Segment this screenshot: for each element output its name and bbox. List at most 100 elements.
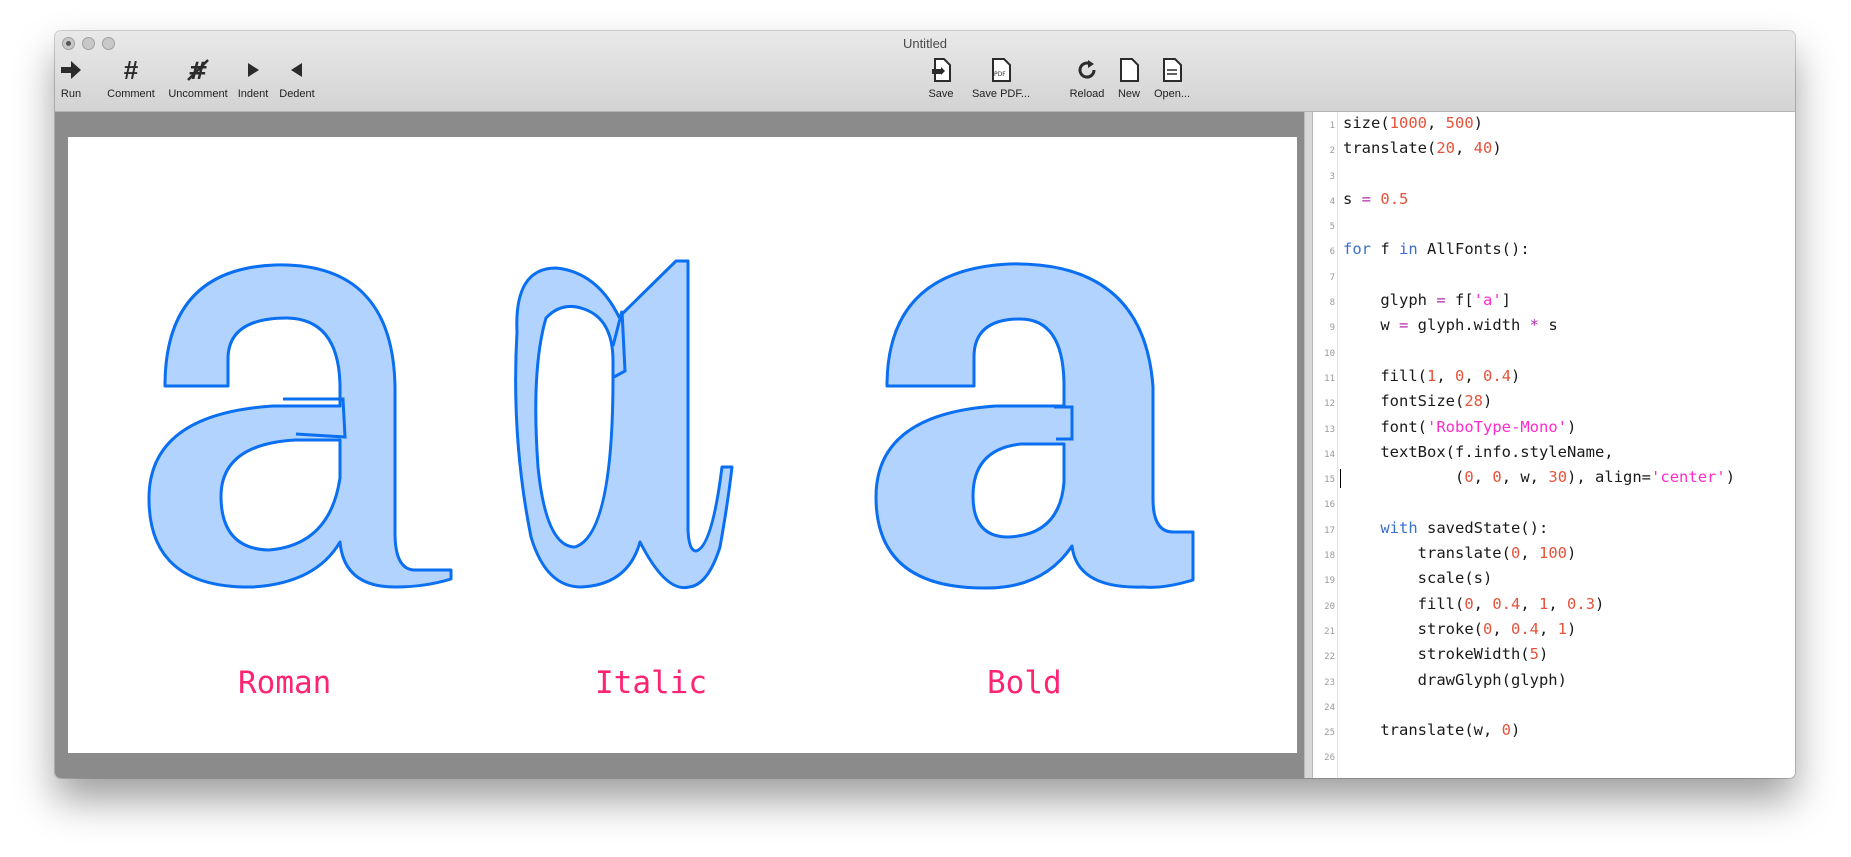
uncomment-button[interactable]: # Uncomment: [163, 55, 233, 100]
canvas-label-roman: Roman: [238, 665, 332, 701]
line-number: 23: [1324, 677, 1335, 688]
code-line[interactable]: 1 size(1000, 500): [1313, 112, 1795, 137]
save-pdf-label: Save PDF...: [971, 88, 1031, 100]
reload-button[interactable]: Reload: [1065, 55, 1109, 100]
indent-label: Indent: [237, 88, 269, 100]
code-text: translate(0, 100): [1343, 544, 1577, 563]
code-text: (0, 0, w, 30), align='center'): [1343, 468, 1736, 487]
line-number: 25: [1324, 728, 1335, 739]
line-number: 16: [1324, 500, 1335, 511]
dedent-button[interactable]: Dedent: [277, 55, 317, 100]
code-line[interactable]: 25 translate(w, 0): [1313, 719, 1795, 744]
code-line[interactable]: 12 fontSize(28): [1313, 390, 1795, 415]
code-text: drawGlyph(glyph): [1343, 670, 1567, 689]
dedent-triangle-icon: [290, 55, 304, 85]
dedent-label: Dedent: [279, 88, 315, 100]
pdf-badge: PDF: [994, 71, 1006, 78]
reload-icon: [1075, 55, 1099, 85]
code-line[interactable]: 11 fill(1, 0, 0.4): [1313, 365, 1795, 390]
line-number: 4: [1329, 196, 1335, 207]
code-line[interactable]: 23 drawGlyph(glyph): [1313, 669, 1795, 694]
line-number: 9: [1329, 323, 1335, 334]
code-line[interactable]: 3: [1313, 163, 1795, 188]
code-line[interactable]: 18 translate(0, 100): [1313, 542, 1795, 567]
code-line[interactable]: 13 font('RoboType-Mono'): [1313, 416, 1795, 441]
app-window: Untitled Run # Comment # Uncomment Inden…: [55, 31, 1795, 778]
code-text: glyph = f['a']: [1343, 291, 1512, 310]
uncomment-hash-icon: #: [186, 55, 210, 85]
run-arrow-icon: [60, 55, 82, 85]
code-text: stroke(0, 0.4, 1): [1343, 619, 1577, 638]
reload-label: Reload: [1069, 88, 1105, 100]
indent-triangle-icon: [246, 55, 260, 85]
line-number: 22: [1324, 652, 1335, 663]
new-label: New: [1117, 88, 1140, 100]
code-text: translate(20, 40): [1343, 139, 1502, 158]
line-number: 1: [1329, 121, 1335, 131]
code-line[interactable]: 22 strokeWidth(5): [1313, 643, 1795, 668]
open-document-icon: [1161, 55, 1183, 85]
save-button[interactable]: Save: [921, 55, 961, 100]
open-button[interactable]: Open...: [1149, 55, 1195, 100]
roman-a-glyph: [147, 263, 453, 589]
code-line[interactable]: 26: [1313, 744, 1795, 769]
code-line[interactable]: 8 glyph = f['a']: [1313, 289, 1795, 314]
code-text: scale(s): [1343, 569, 1493, 588]
uncomment-label: Uncomment: [168, 88, 228, 100]
run-button[interactable]: Run: [58, 55, 84, 100]
code-lines: 1 size(1000, 500) 2 translate(20, 40) 3 4 s = …: [1313, 112, 1795, 770]
line-number: 2: [1329, 146, 1335, 157]
line-number: 6: [1329, 247, 1335, 258]
code-line[interactable]: 4 s = 0.5: [1313, 188, 1795, 213]
canvas-label-italic: Italic: [595, 665, 707, 701]
line-number: 18: [1324, 551, 1335, 562]
line-number: 21: [1324, 626, 1335, 637]
line-number: 19: [1324, 576, 1335, 587]
code-line[interactable]: 14 textBox(f.info.styleName,: [1313, 441, 1795, 466]
line-number: 3: [1329, 171, 1335, 182]
code-text: w = glyph.width * s: [1343, 316, 1558, 335]
code-text: font('RoboType-Mono'): [1343, 417, 1577, 436]
code-text: strokeWidth(5): [1343, 645, 1549, 664]
code-text: size(1000, 500): [1343, 114, 1484, 132]
code-text: with savedState():: [1380, 518, 1549, 537]
drawing-canvas: .g{fill:#b3d3ff;stroke:#0a6ff0;stroke-wi…: [68, 137, 1297, 753]
line-number: 24: [1324, 702, 1335, 713]
code-text: textBox(f.info.styleName,: [1343, 442, 1614, 461]
save-label: Save: [928, 88, 954, 100]
code-line[interactable]: 15 (0, 0, w, 30), align='center'): [1313, 466, 1795, 491]
code-line[interactable]: 24: [1313, 694, 1795, 719]
code-text: fill(1, 0, 0.4): [1343, 366, 1521, 385]
comment-button[interactable]: # Comment: [103, 55, 159, 100]
save-document-icon: [930, 55, 952, 85]
code-line[interactable]: 5: [1313, 213, 1795, 238]
code-line[interactable]: 9 w = glyph.width * s: [1313, 314, 1795, 339]
code-line[interactable]: 16: [1313, 491, 1795, 516]
pdf-document-icon: PDF: [990, 55, 1012, 85]
indent-button[interactable]: Indent: [233, 55, 273, 100]
code-line[interactable]: 19 scale(s): [1313, 567, 1795, 592]
code-text: for f in AllFonts():: [1343, 240, 1530, 259]
line-number: 8: [1329, 298, 1335, 309]
code-line[interactable]: 2 translate(20, 40): [1313, 137, 1795, 162]
bold-a-glyph: [874, 262, 1195, 590]
line-number: 5: [1329, 222, 1335, 233]
code-line[interactable]: 17 with savedState():: [1313, 517, 1795, 542]
save-pdf-button[interactable]: PDF Save PDF...: [961, 55, 1041, 100]
code-line[interactable]: 21 stroke(0, 0.4, 1): [1313, 618, 1795, 643]
code-line[interactable]: 6 for f in AllFonts():: [1313, 238, 1795, 263]
canvas-label-bold: Bold: [987, 665, 1062, 701]
line-number: 15: [1324, 475, 1335, 486]
line-number: 10: [1324, 348, 1335, 359]
code-line[interactable]: 7: [1313, 264, 1795, 289]
split-divider[interactable]: [1304, 112, 1313, 778]
code-editor[interactable]: 1 size(1000, 500) 2 translate(20, 40) 3 4 s = …: [1313, 112, 1795, 778]
code-line[interactable]: 10: [1313, 340, 1795, 365]
glyph-drawing: .g{fill:#b3d3ff;stroke:#0a6ff0;stroke-wi…: [147, 259, 1195, 590]
italic-a-glyph: [514, 259, 734, 590]
new-button[interactable]: New: [1109, 55, 1149, 100]
code-text: s = 0.5: [1343, 189, 1409, 208]
code-line[interactable]: 20 fill(0, 0.4, 1, 0.3): [1313, 593, 1795, 618]
preview-pane[interactable]: .g{fill:#b3d3ff;stroke:#0a6ff0;stroke-wi…: [55, 112, 1304, 778]
code-text: fontSize(28): [1343, 392, 1493, 411]
